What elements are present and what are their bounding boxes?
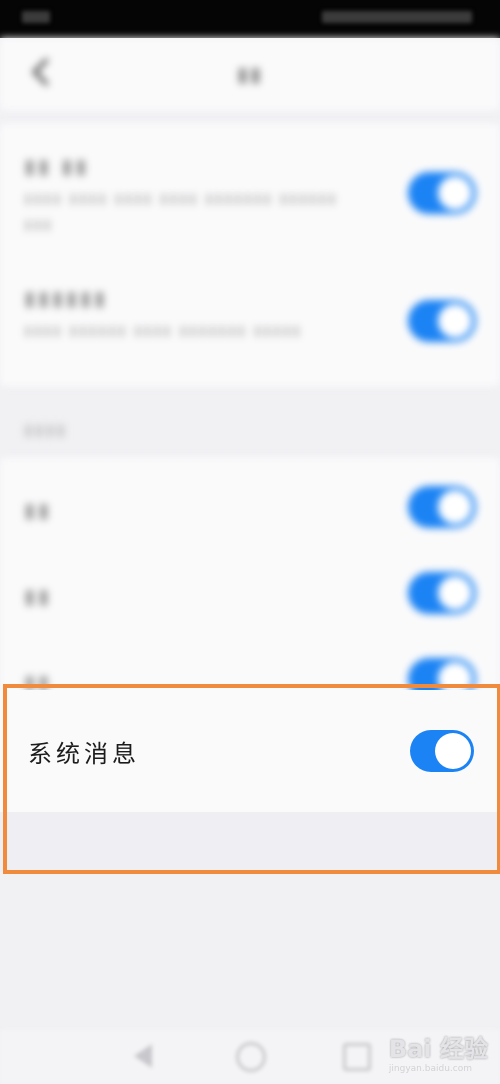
settings-panel-top: ▮▮ ▮▮ ▮▮▮▮ ▮▮▮▮ ▮▮▮▮ ▮▮▮▮ ▮▮▮▮▮▮▮ ▮▮▮▮▮▮… <box>0 124 500 386</box>
setting-row-title: ▮▮▮▮▮▮ <box>24 286 109 310</box>
status-indicators <box>322 11 472 23</box>
toggle-knob <box>438 576 472 610</box>
settings-panel-bottom: ▮▮ ▮▮ ▮▮ <box>0 458 500 720</box>
watermark-url: jingyan.baidu.com <box>388 1064 472 1074</box>
setting-row-description: ▮▮▮▮ ▮▮▮▮ ▮▮▮▮ ▮▮▮▮ ▮▮▮▮▮▮▮ ▮▮▮▮▮▮ ▮▮▮ <box>24 191 338 233</box>
setting-row-description: ▮▮▮▮ ▮▮▮▮▮▮ ▮▮▮▮ ▮▮▮▮▮▮▮ ▮▮▮▮▮ <box>24 323 303 339</box>
status-bar <box>0 0 500 38</box>
toggle-knob <box>438 176 472 210</box>
watermark-brand: Bai 经验 <box>388 1035 488 1063</box>
nav-home-icon[interactable] <box>236 1042 266 1072</box>
nav-back-icon[interactable] <box>134 1044 152 1068</box>
nav-recent-icon[interactable] <box>343 1043 371 1071</box>
page-title: ▮▮ <box>236 62 263 86</box>
status-time <box>22 11 50 23</box>
setting-toggle[interactable] <box>408 572 476 614</box>
setting-toggle[interactable] <box>408 486 476 528</box>
toggle-knob <box>438 304 472 338</box>
section-header: ▮▮▮▮ <box>24 420 68 439</box>
setting-toggle[interactable] <box>408 300 476 342</box>
setting-toggle[interactable] <box>408 172 476 214</box>
setting-row-title: ▮▮ <box>24 498 53 522</box>
header: ▮▮ <box>0 38 500 110</box>
blurred-settings-background: ▮▮ ▮▮ ▮▮ ▮▮▮▮ ▮▮▮▮ ▮▮▮▮ ▮▮▮▮ ▮▮▮▮▮▮▮ ▮▮▮… <box>0 38 500 1084</box>
setting-row-title: ▮▮ ▮▮ <box>24 154 90 178</box>
highlight-frame <box>3 684 500 874</box>
toggle-knob <box>438 490 472 524</box>
setting-row-title: ▮▮ <box>24 584 53 608</box>
watermark: Bai 经验 jingyan.baidu.com <box>389 1029 488 1074</box>
